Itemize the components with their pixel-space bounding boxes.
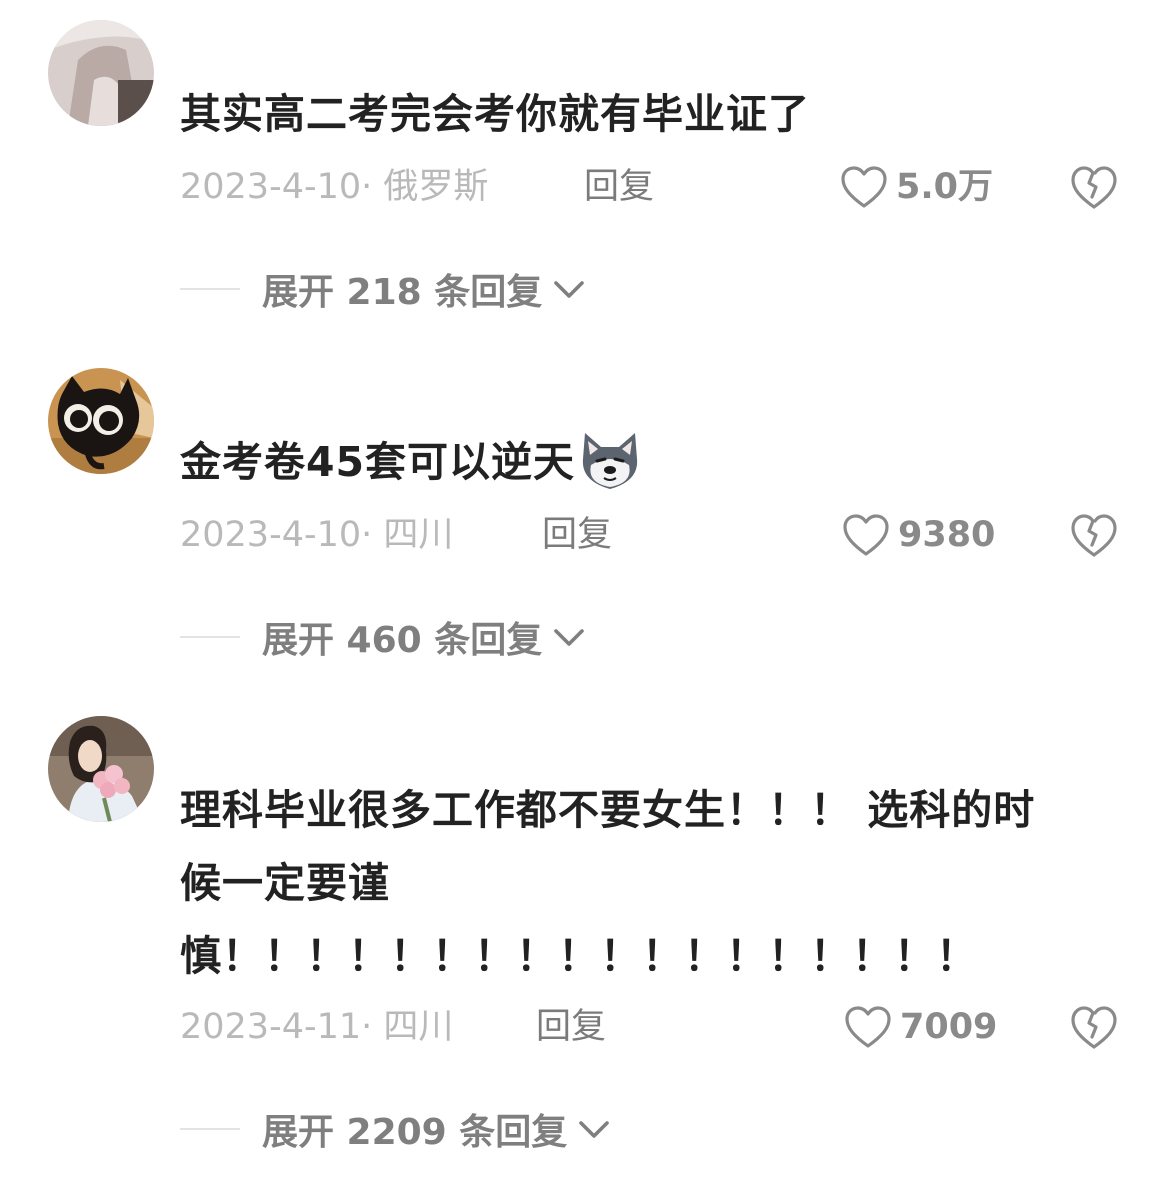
chevron-down-icon bbox=[554, 281, 585, 298]
broken-heart-icon bbox=[1071, 514, 1117, 557]
comment-text-line: 金考卷45套可以逆天 bbox=[180, 426, 1120, 499]
heart-outline-icon bbox=[841, 166, 887, 208]
comment-meta: 2023-4-10· 四川 回复 9380 bbox=[180, 510, 1140, 560]
expand-replies-label: 展开 2209 条回复 bbox=[262, 1112, 568, 1153]
chevron-down-icon bbox=[579, 1121, 610, 1138]
comment-text: 金考卷45套可以逆天 bbox=[180, 426, 1120, 499]
broken-heart-icon bbox=[1071, 1006, 1117, 1049]
husky-dog-emoji-icon bbox=[582, 433, 638, 489]
heart-outline-icon bbox=[843, 514, 889, 556]
comment-meta: 2023-4-11· 四川 回复 7009 bbox=[180, 1002, 1140, 1052]
like-button[interactable]: 5.0万 bbox=[840, 162, 993, 212]
dislike-button[interactable] bbox=[1070, 162, 1118, 212]
like-count: 9380 bbox=[898, 515, 996, 555]
avatar[interactable] bbox=[48, 20, 154, 126]
divider bbox=[180, 1128, 240, 1130]
date-location: 2023-4-11· 四川 bbox=[180, 1007, 454, 1047]
comment-text-segment: 金考卷45套可以逆天 bbox=[180, 438, 576, 486]
date-location: 2023-4-10· 四川 bbox=[180, 515, 454, 555]
comment-text-line: 其实高二考完会考你就有毕业证了 bbox=[180, 90, 810, 138]
avatar[interactable] bbox=[48, 368, 154, 474]
comment-text-line: 理科毕业很多工作都不要女生！！！ 选科的时 bbox=[180, 786, 1036, 834]
reply-button[interactable]: 回复 bbox=[542, 510, 612, 560]
heart-outline-icon bbox=[845, 1006, 891, 1048]
expand-replies-label: 展开 460 条回复 bbox=[262, 620, 543, 661]
expand-replies-button[interactable]: 展开 460 条回复 bbox=[180, 612, 586, 662]
date-location: 2023-4-10· 俄罗斯 bbox=[180, 167, 489, 207]
divider bbox=[180, 636, 240, 638]
comment-text-line: 候一定要谨 bbox=[180, 859, 390, 907]
divider bbox=[180, 288, 240, 290]
comment-meta: 2023-4-10· 俄罗斯 回复 5.0万 bbox=[180, 162, 1140, 212]
like-button[interactable]: 9380 bbox=[842, 510, 995, 560]
avatar[interactable] bbox=[48, 716, 154, 822]
expand-replies-button[interactable]: 展开 218 条回复 bbox=[180, 264, 586, 314]
dislike-button[interactable] bbox=[1070, 1002, 1118, 1052]
like-button[interactable]: 7009 bbox=[844, 1002, 997, 1052]
dislike-button[interactable] bbox=[1070, 510, 1118, 560]
broken-heart-icon bbox=[1071, 166, 1117, 209]
comment-text: 其实高二考完会考你就有毕业证了 bbox=[180, 78, 1120, 151]
reply-button[interactable]: 回复 bbox=[536, 1002, 606, 1052]
like-count: 7009 bbox=[900, 1007, 998, 1047]
expand-replies-label: 展开 218 条回复 bbox=[262, 272, 543, 313]
comment-text-line: 慎！！！！！！！！！！！！！！！！！！ bbox=[180, 932, 978, 980]
reply-button[interactable]: 回复 bbox=[584, 162, 654, 212]
like-count: 5.0万 bbox=[896, 167, 994, 207]
comment-text: 理科毕业很多工作都不要女生！！！ 选科的时 候一定要谨 慎！！！！！！！！！！！… bbox=[180, 774, 1120, 993]
chevron-down-icon bbox=[554, 629, 585, 646]
expand-replies-button[interactable]: 展开 2209 条回复 bbox=[180, 1104, 611, 1154]
